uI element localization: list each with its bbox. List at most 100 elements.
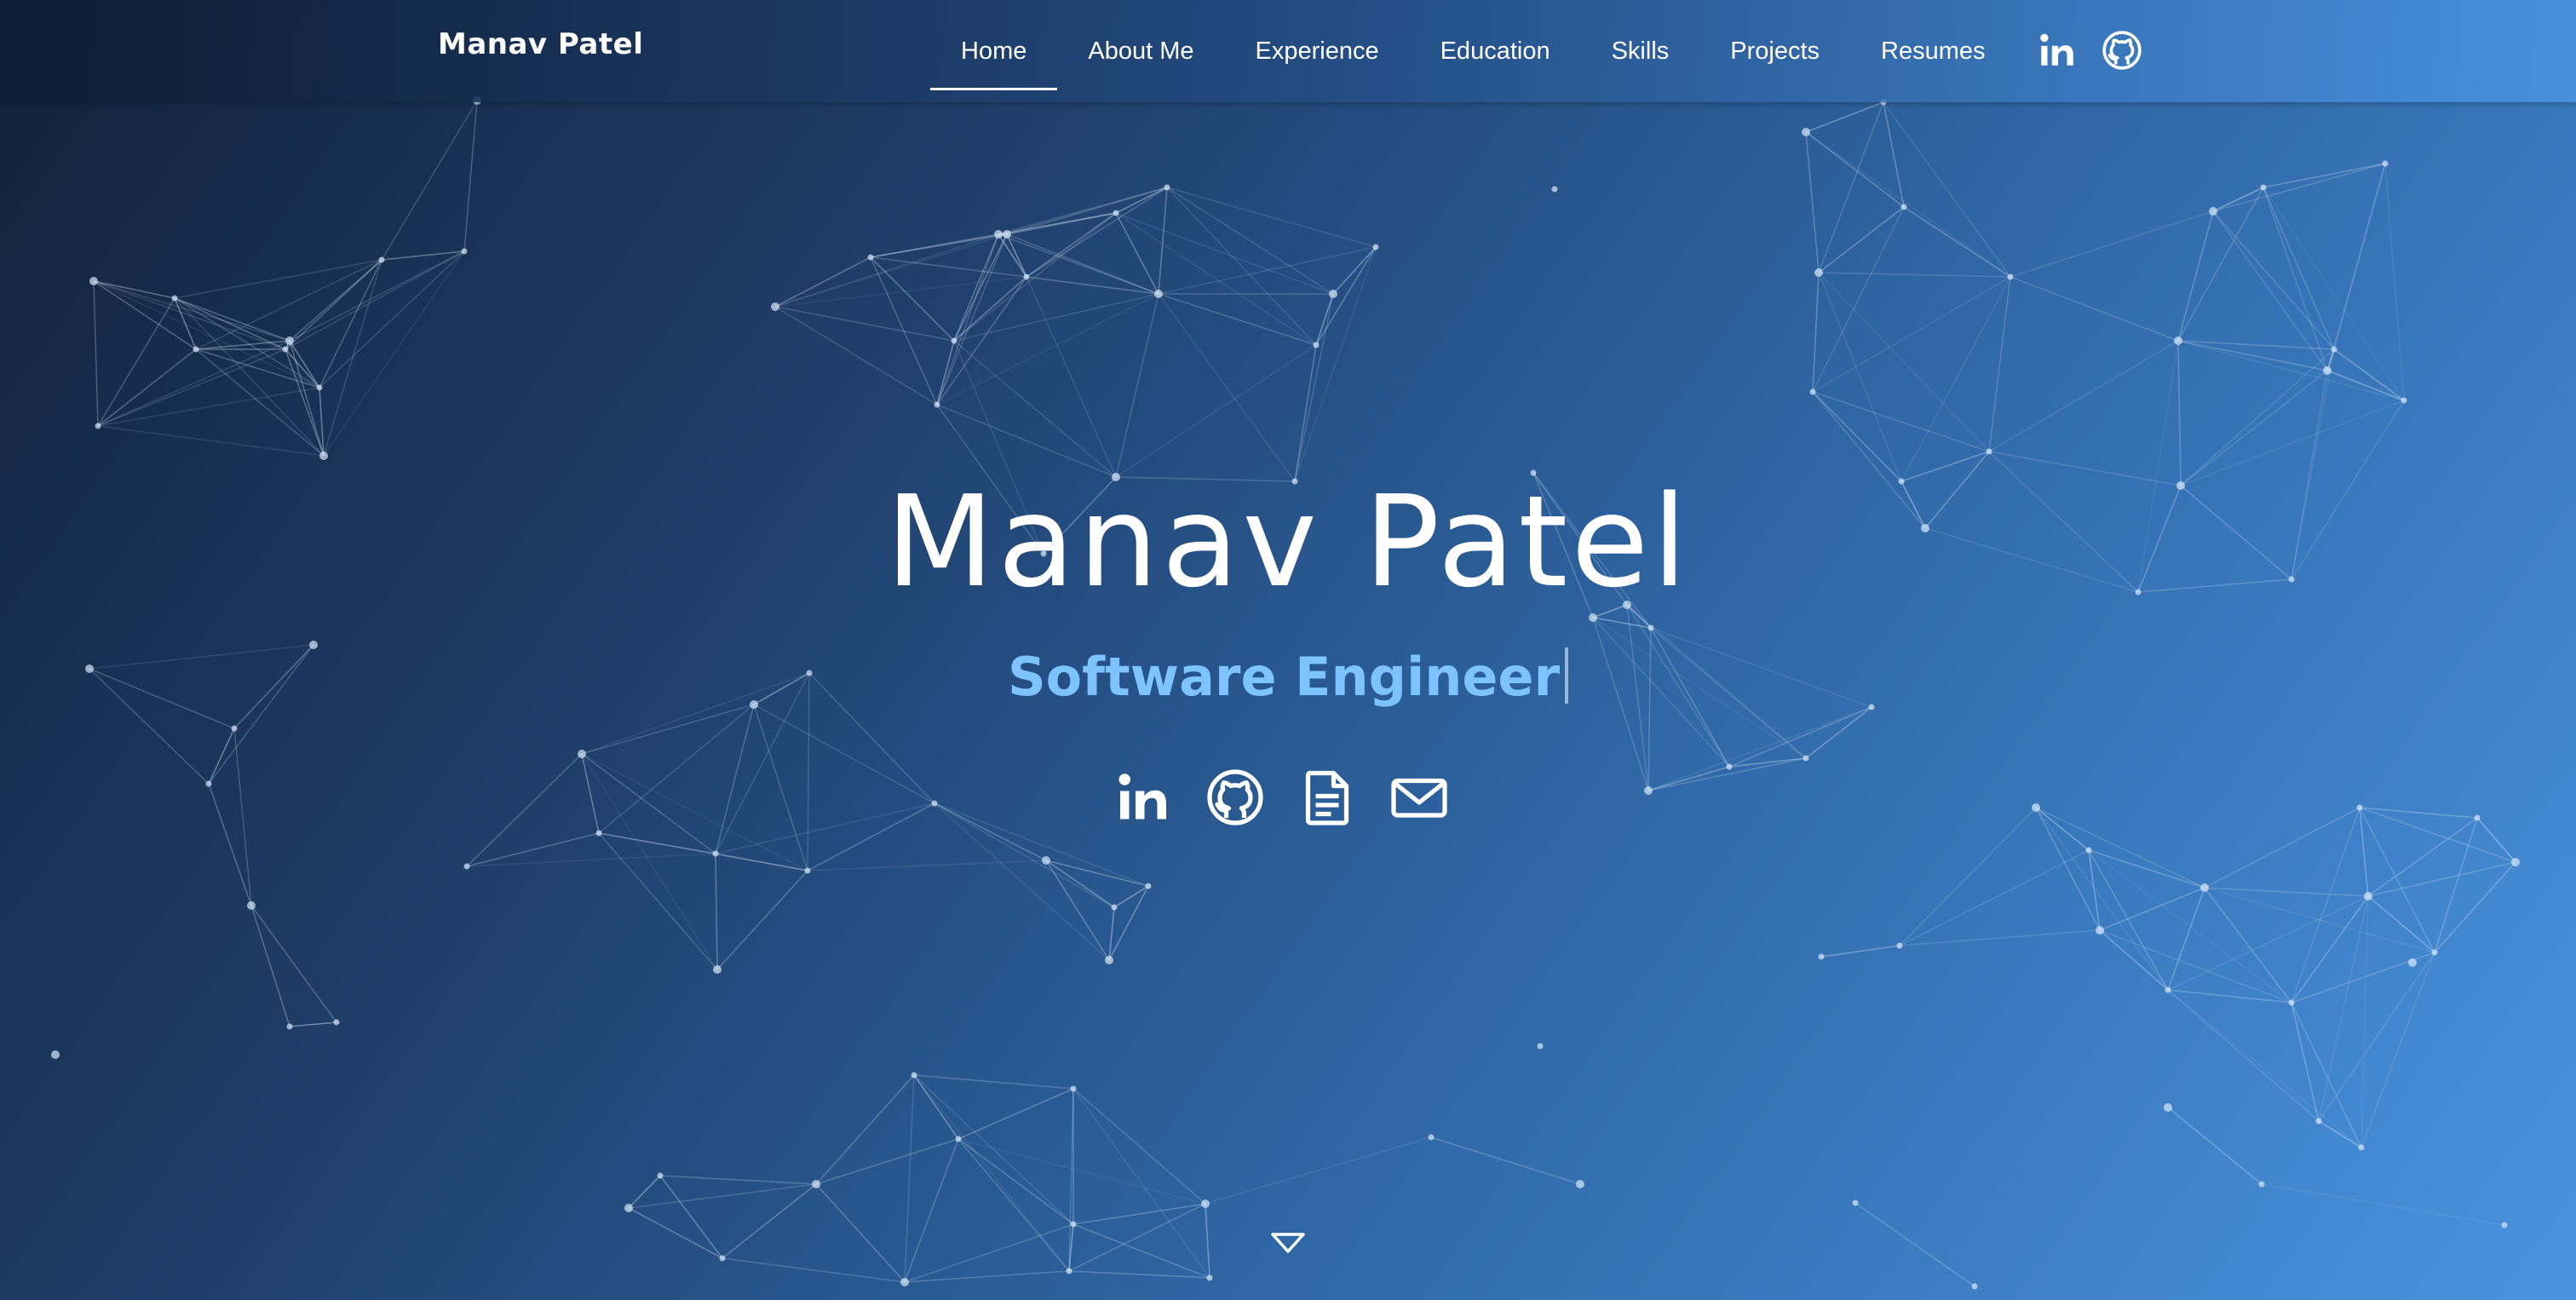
nav-link-about-me[interactable]: About Me	[1057, 0, 1224, 102]
network-node	[2382, 160, 2389, 167]
github-icon[interactable]	[2101, 29, 2143, 72]
network-line	[1315, 246, 1377, 346]
network-node	[1576, 1180, 1584, 1188]
network-node	[1154, 290, 1163, 298]
network-line	[2099, 929, 2169, 991]
network-line	[2326, 163, 2386, 371]
network-line	[1205, 1136, 1432, 1205]
hero-social-icons	[1113, 767, 1450, 828]
network-node	[595, 830, 602, 837]
network-line	[1899, 929, 2101, 946]
network-line	[1115, 344, 1317, 478]
network-line	[97, 425, 325, 457]
network-node	[1372, 244, 1379, 250]
network-line	[323, 250, 465, 457]
nav-link-experience[interactable]: Experience	[1225, 0, 1410, 102]
network-line	[581, 704, 755, 755]
network-line	[250, 905, 290, 1027]
network-line	[1072, 1223, 1210, 1279]
network-line	[934, 802, 1115, 908]
network-line	[1158, 246, 1377, 295]
network-line	[466, 853, 716, 867]
network-line	[1728, 706, 1872, 768]
network-line	[2180, 370, 2328, 486]
nav-link-education[interactable]: Education	[1410, 0, 1581, 102]
network-node	[1066, 1268, 1072, 1274]
network-line	[913, 1074, 1070, 1272]
linkedin-icon[interactable]	[1113, 767, 1174, 828]
network-line	[904, 1223, 1074, 1283]
network-line	[659, 1175, 723, 1259]
network-node	[1900, 204, 1907, 210]
network-node	[578, 750, 586, 758]
network-node	[812, 1180, 820, 1188]
network-line	[715, 802, 935, 854]
network-node	[316, 384, 323, 391]
network-line	[2434, 817, 2478, 953]
network-line	[628, 1183, 817, 1209]
network-line	[934, 802, 1110, 961]
network-line	[870, 256, 938, 406]
linkedin-icon[interactable]	[2036, 29, 2079, 72]
network-line	[2367, 895, 2435, 953]
network-node	[2165, 987, 2171, 993]
network-line	[1820, 945, 1900, 958]
network-node	[867, 254, 874, 261]
network-line	[953, 233, 999, 342]
network-line	[2261, 1183, 2505, 1226]
network-line	[289, 1021, 337, 1027]
network-line	[870, 256, 955, 342]
network-node	[1313, 342, 1320, 348]
network-line	[2167, 1107, 2263, 1185]
navbar: Manav Patel Home About Me Experience Edu…	[0, 0, 2576, 102]
network-line	[1205, 1203, 1210, 1279]
nav-link-projects[interactable]: Projects	[1699, 0, 1850, 102]
nav-link-resumes[interactable]: Resumes	[1850, 0, 2016, 102]
network-node	[771, 302, 779, 311]
network-node	[624, 1204, 633, 1212]
network-node	[319, 452, 328, 460]
network-node	[2323, 366, 2332, 375]
network-line	[1045, 860, 1115, 908]
nav-link-skills[interactable]: Skills	[1581, 0, 1700, 102]
network-line	[97, 348, 197, 427]
mail-icon[interactable]	[1389, 767, 1450, 828]
github-icon[interactable]	[1205, 767, 1266, 828]
network-line	[1988, 340, 2179, 452]
network-line	[716, 870, 808, 970]
network-line	[815, 1183, 906, 1283]
network-node	[2032, 803, 2040, 812]
network-node	[1145, 883, 1152, 889]
network-line	[2333, 348, 2405, 401]
network-line	[1115, 212, 1159, 295]
network-line	[1072, 1088, 1210, 1279]
network-line	[97, 387, 320, 427]
network-line	[250, 905, 337, 1023]
network-node	[994, 230, 1003, 239]
network-node	[657, 1172, 664, 1179]
network-node	[1042, 856, 1050, 865]
network-node	[2408, 958, 2417, 967]
network-line	[1294, 344, 1317, 482]
chevron-down-icon[interactable]	[1269, 1230, 1307, 1256]
network-line	[2263, 163, 2386, 188]
network-line	[953, 233, 1008, 342]
network-line	[1158, 293, 1296, 482]
network-line	[715, 853, 718, 970]
network-node	[1726, 763, 1733, 770]
network-node	[1971, 1283, 1978, 1290]
network-line	[97, 348, 286, 427]
network-line	[2291, 1002, 2320, 1122]
document-icon[interactable]	[1297, 767, 1358, 828]
network-line	[1166, 187, 1377, 248]
nav-link-home[interactable]: Home	[930, 0, 1058, 102]
network-node	[2474, 814, 2481, 821]
network-node	[2209, 207, 2217, 216]
brand-logo[interactable]: Manav Patel	[438, 27, 643, 61]
network-node	[89, 277, 98, 285]
network-line	[815, 1074, 915, 1185]
network-line	[1812, 391, 1902, 482]
network-line	[1900, 276, 2011, 482]
network-line	[93, 280, 320, 388]
network-line	[2035, 807, 2101, 931]
